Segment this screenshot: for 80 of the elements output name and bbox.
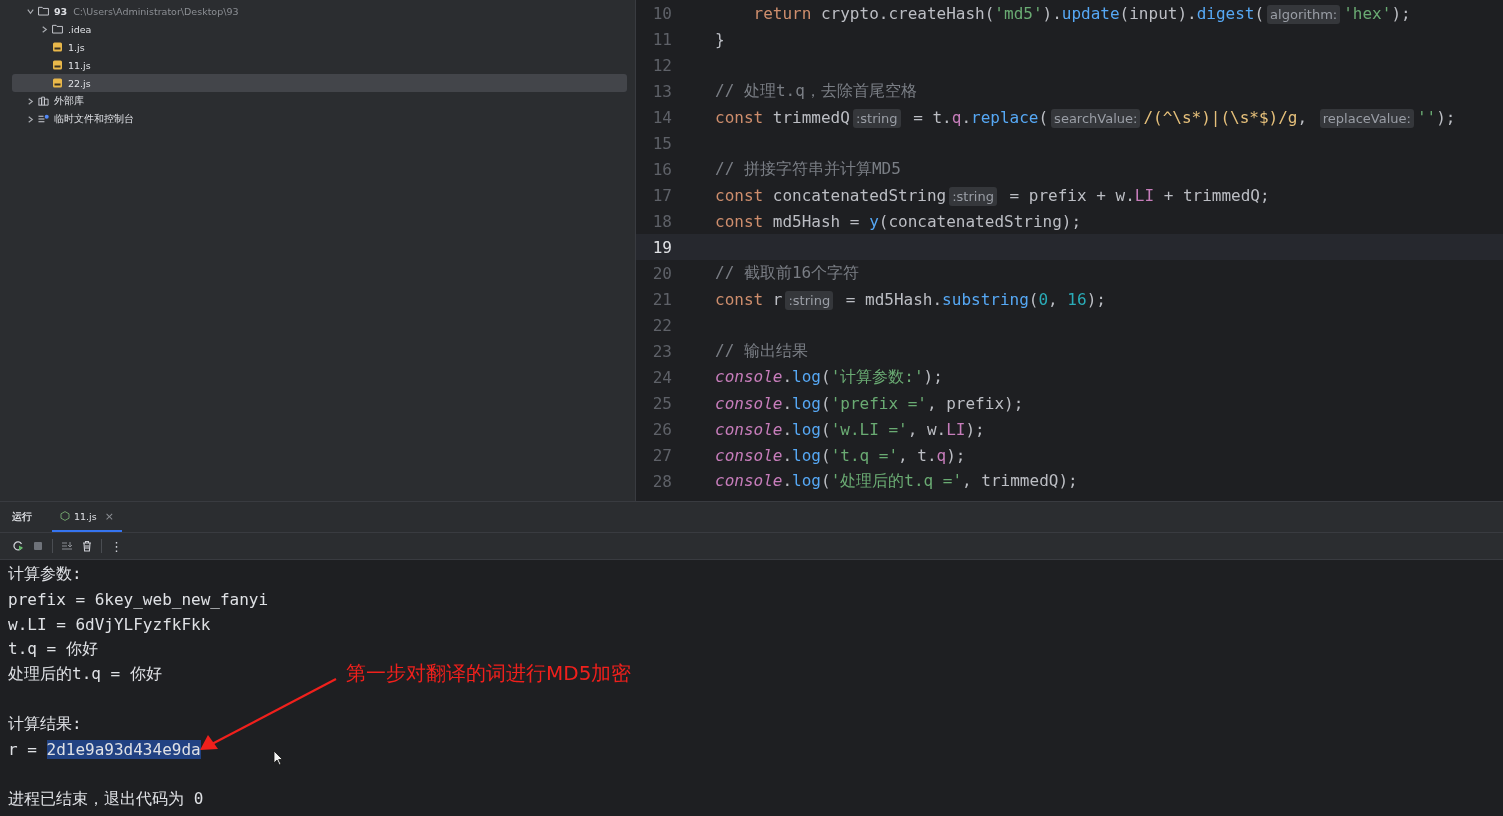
line-number: 25 [651, 393, 673, 413]
js-file-icon [52, 78, 63, 88]
selected-text: 2d1e9a93d434e9da [46, 740, 201, 759]
tree-label: 93 [54, 5, 68, 17]
close-icon[interactable]: × [104, 509, 114, 523]
library-icon [38, 96, 49, 106]
tree-item[interactable]: .idea [12, 20, 627, 38]
code-line: console.log('prefix =', prefix); [715, 393, 1024, 413]
tree-label: 1.js [68, 41, 85, 53]
line-number: 17 [651, 185, 673, 205]
line-number: 10 [651, 3, 673, 23]
line-number: 20 [651, 263, 673, 283]
mouse-pointer-icon [273, 750, 283, 766]
tree-item[interactable]: 22.js [12, 74, 627, 92]
code-line: const r :string = md5Hash.substring(0, 16); [715, 289, 1106, 309]
chevron-icon[interactable] [26, 96, 35, 106]
tab-label: 11.js [74, 510, 97, 522]
trash-icon[interactable] [81, 540, 93, 552]
code-line: // 处理t.q，去除首尾空格 [715, 80, 917, 102]
line-number: 28 [651, 471, 673, 491]
line-number: 21 [651, 289, 673, 309]
more-menu[interactable]: ⋮ [110, 538, 123, 554]
folder-icon [38, 6, 49, 16]
folder-icon [52, 24, 63, 34]
annotation-text: 第一步对翻译的词进行MD5加密 [346, 660, 632, 687]
line-number: 22 [651, 315, 673, 335]
tree-label: 11.js [68, 59, 91, 71]
line-number: 24 [651, 367, 673, 387]
tree-item[interactable]: 外部库 [12, 92, 627, 110]
console-text: t.q = 你好 [8, 639, 98, 660]
line-number: 14 [651, 107, 673, 127]
line-number: 12 [651, 55, 673, 75]
console-text: 进程已结束，退出代码为 0 [8, 789, 204, 810]
console-text: prefix = 6key_web_new_fanyi [8, 590, 269, 609]
code-line: // 拼接字符串并计算MD5 [715, 158, 901, 180]
tree-label: 临时文件和控制台 [54, 112, 134, 126]
code-line: } [715, 29, 725, 49]
line-number: 27 [651, 445, 673, 465]
chevron-icon[interactable] [40, 24, 49, 34]
hexagon-icon [60, 511, 70, 521]
tree-item[interactable]: 1.js [12, 38, 627, 56]
console-text: 处理后的t.q = 你好 [8, 664, 162, 685]
line-number: 15 [651, 133, 673, 153]
code-line: // 输出结果 [715, 340, 808, 362]
line-number: 18 [651, 211, 673, 231]
line-number: 19 [651, 237, 673, 257]
line-number: 26 [651, 419, 673, 439]
tree-item[interactable]: 11.js [12, 56, 627, 74]
js-file-icon [52, 42, 63, 52]
tree-label: 外部库 [54, 94, 84, 108]
rerun-icon[interactable] [12, 540, 24, 552]
folder-path: C:\Users\Administrator\Desktop\93 [73, 5, 239, 17]
panel-title: 运行 [12, 509, 32, 524]
scroll-to-end-icon[interactable] [61, 540, 73, 552]
code-line: // 截取前16个字符 [715, 262, 860, 284]
code-line: const trimmedQ :string = t.q.replace( searchValue: /(^\s*)|(\s*$)/g, replaceValue: ''); [715, 107, 1456, 127]
code-line: const concatenatedString :string = prefix + w.LI + trimmedQ; [715, 185, 1270, 205]
code-line: console.log('w.LI =', w.LI); [715, 419, 985, 439]
code-line: console.log('处理后的t.q =', trimmedQ); [715, 470, 1078, 492]
line-number: 23 [651, 341, 673, 361]
tree-item[interactable]: 93 C:\Users\Administrator\Desktop\93 [12, 2, 627, 20]
console-text: r = [8, 740, 38, 759]
tree-item[interactable]: 临时文件和控制台 [12, 110, 627, 128]
run-tab[interactable]: 11.js × [52, 502, 122, 532]
code-line: console.log('t.q =', t.q); [715, 445, 966, 465]
line-number: 13 [651, 81, 673, 101]
stop-icon[interactable] [32, 540, 44, 552]
scratch-file-icon [38, 114, 49, 124]
tree-label: 22.js [68, 77, 91, 89]
console-text: 计算结果: [8, 714, 82, 735]
line-number: 11 [651, 29, 673, 49]
console-text: w.LI = 6dVjYLFyzfkFkk [8, 615, 211, 634]
code-line: const md5Hash = y(concatenatedString); [715, 211, 1082, 231]
chevron-icon[interactable] [26, 114, 35, 124]
line-number: 16 [651, 159, 673, 179]
code-line: return crypto.createHash('md5').update(input).digest( algorithm: 'hex'); [752, 3, 1411, 23]
code-line: console.log('计算参数:'); [715, 366, 943, 388]
tree-label: .idea [68, 23, 92, 35]
js-file-icon [52, 60, 63, 70]
console-text: 计算参数: [8, 564, 82, 585]
